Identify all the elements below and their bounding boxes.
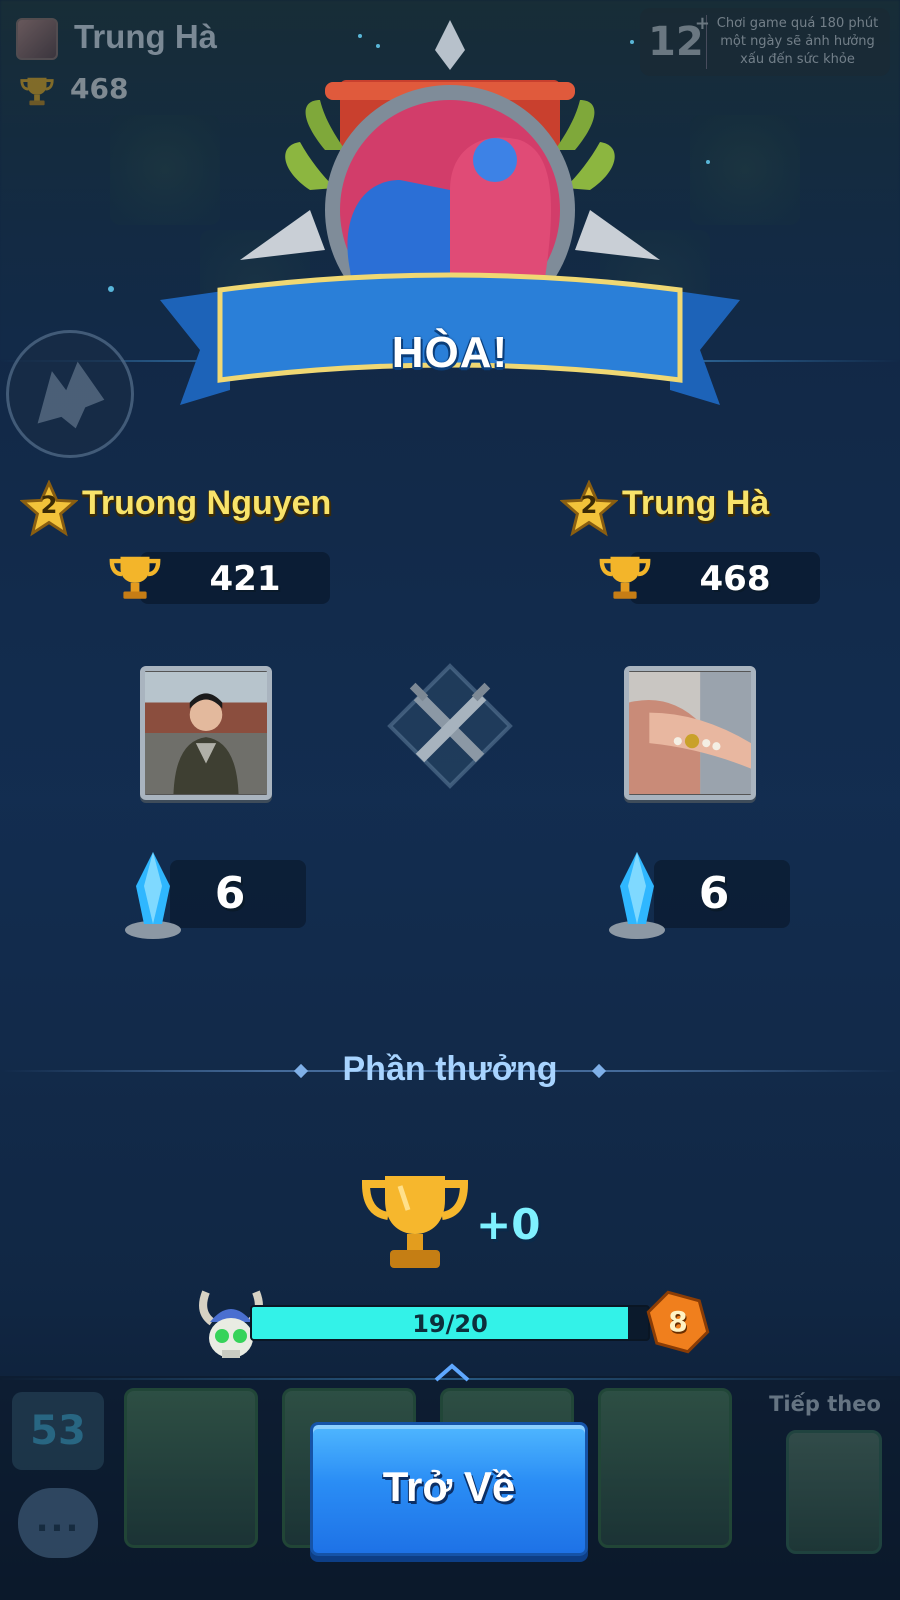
progress-bar: 19/20: [250, 1305, 650, 1341]
back-button-label: Trở Về: [382, 1463, 516, 1510]
result-title: HÒA!: [391, 328, 509, 377]
chevron-up-icon[interactable]: [432, 1360, 472, 1384]
player-trophies: 468: [599, 552, 820, 604]
trophy-count: 468: [699, 559, 771, 599]
trophy-count: 421: [209, 559, 281, 599]
avatar-photo: [145, 672, 267, 794]
trophy-icon: [20, 77, 54, 106]
player-card-right: 2 Trung Hà 468 6: [560, 480, 900, 960]
next-card-label: Tiếp theo: [769, 1392, 881, 1416]
reward-trophy-delta: +0: [476, 1200, 541, 1249]
crystal-icon: [125, 852, 181, 939]
progress-text: 19/20: [412, 1310, 488, 1338]
crossed-swords-icon: [387, 663, 513, 789]
rewards-label: Phần thưởng: [342, 1050, 558, 1088]
crown-count: 6: [214, 868, 246, 919]
deck-card: [124, 1388, 258, 1548]
reward-trophy-icon: [361, 1176, 469, 1268]
crown-count: 6: [698, 868, 730, 919]
player-trophies: 421: [109, 552, 330, 604]
next-card: [786, 1430, 882, 1554]
trophy-icon: [599, 556, 651, 599]
player-level: 2: [40, 491, 58, 519]
arena-level: 8: [668, 1305, 688, 1338]
player-avatar[interactable]: [140, 666, 272, 800]
player-crowns: 6: [609, 852, 790, 939]
player-name: Trung Hà: [622, 484, 770, 522]
sparkle: [108, 286, 114, 292]
hud-trophy-count: 468: [70, 72, 129, 105]
player-name: Truong Nguyen: [82, 484, 332, 522]
hud-avatar: [16, 18, 58, 60]
player-level: 2: [580, 491, 598, 519]
elixir-count: 53: [30, 1408, 86, 1454]
player-card-left: 2 Truong Nguyen 421 6: [20, 480, 440, 960]
player-avatar[interactable]: [624, 666, 756, 800]
player-crowns: 6: [125, 852, 306, 939]
avatar-photo: [629, 672, 751, 794]
deck-card: [598, 1388, 732, 1548]
back-button[interactable]: Trở Về: [310, 1422, 588, 1556]
crystal-icon: [609, 852, 665, 939]
trophy-icon: [109, 556, 161, 599]
chat-icon: ...: [35, 1500, 81, 1540]
